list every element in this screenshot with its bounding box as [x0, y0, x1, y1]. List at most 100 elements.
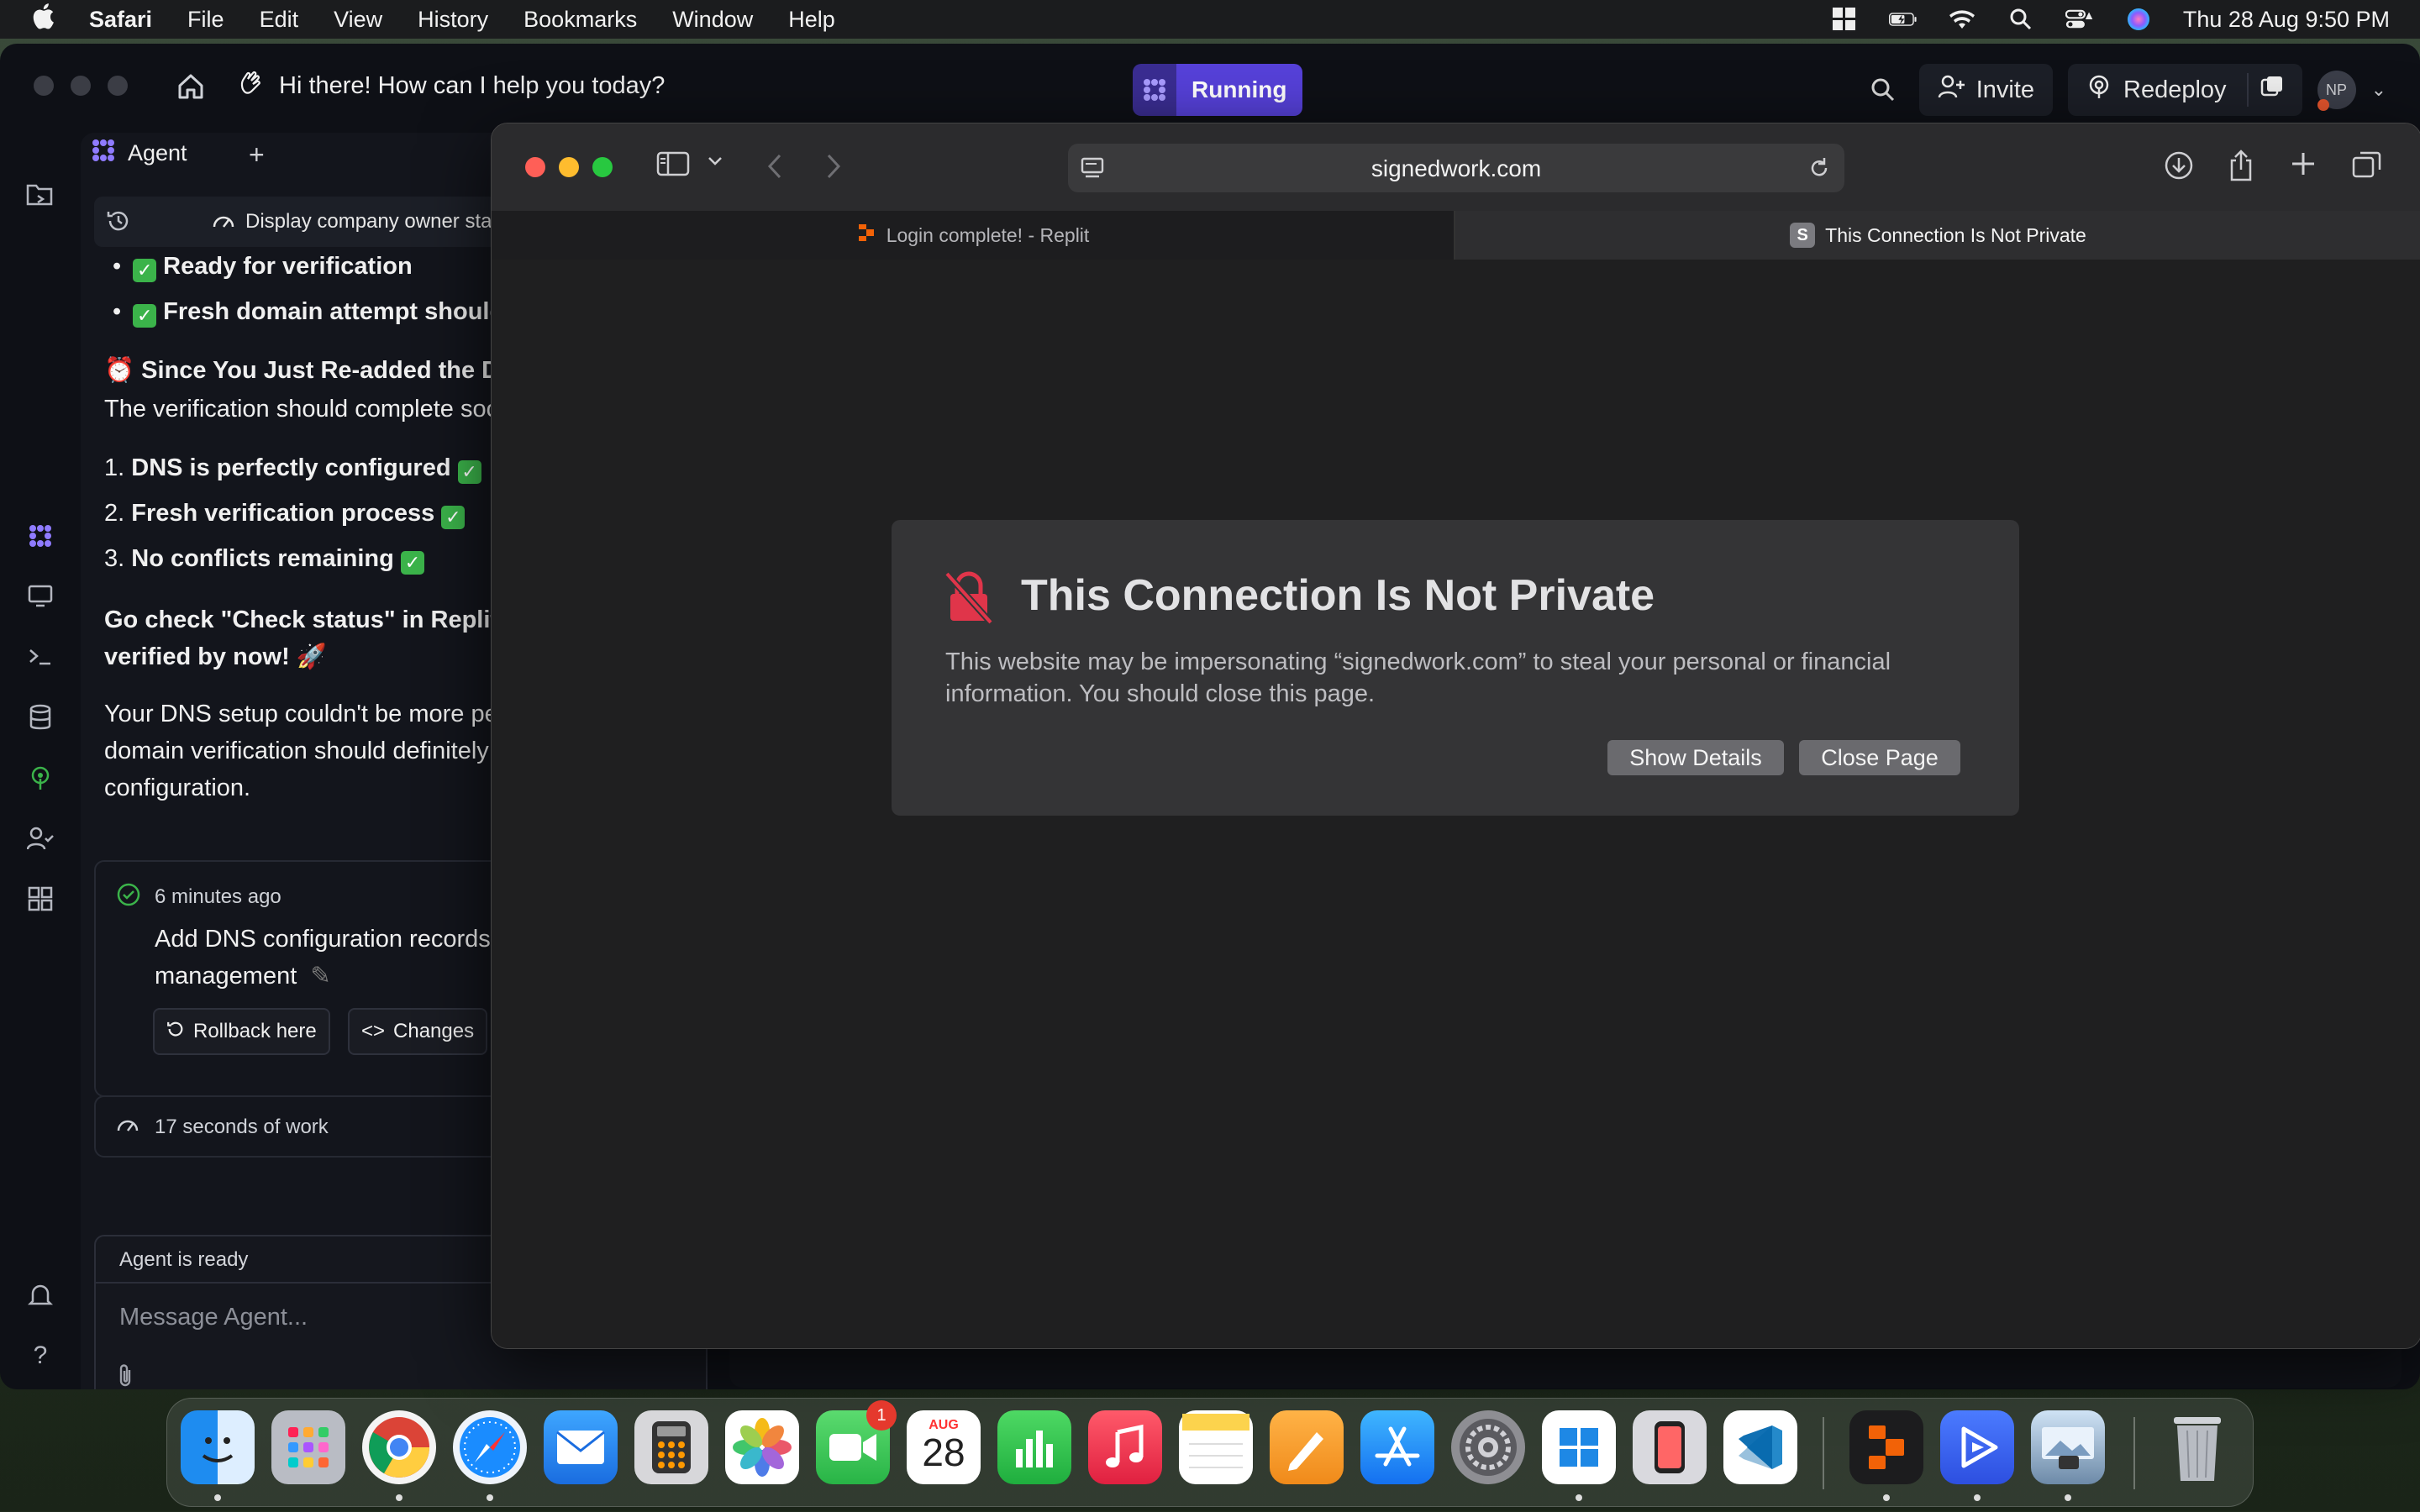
check-icon: ✓	[457, 460, 481, 484]
file-tree-icon[interactable]	[24, 178, 57, 212]
spotlight-search-icon[interactable]	[2007, 8, 2035, 31]
tab-agent[interactable]: Agent	[91, 138, 187, 169]
launchpad-icon[interactable]	[271, 1410, 345, 1484]
safari-icon[interactable]	[453, 1410, 527, 1484]
alarm-clock-icon: ⏰	[104, 357, 135, 384]
zoom-window-button[interactable]	[592, 157, 613, 177]
pages-icon[interactable]	[1270, 1410, 1344, 1484]
downloads-icon[interactable]	[2164, 150, 2194, 181]
dns-paragraph-line-2: domain verification should definitely	[104, 738, 489, 764]
invite-button[interactable]: Invite	[1918, 64, 2054, 116]
menu-app-safari[interactable]: Safari	[89, 7, 152, 33]
avatar[interactable]: NP	[2317, 71, 2356, 111]
battery-icon[interactable]	[1888, 8, 1918, 31]
app-store-icon[interactable]	[1360, 1410, 1434, 1484]
sidebar-toggle-icon[interactable]	[656, 150, 690, 177]
apps-grid-icon[interactable]	[24, 882, 57, 916]
preview-image-icon[interactable]	[2031, 1410, 2105, 1484]
help-icon[interactable]: ?	[24, 1339, 57, 1373]
menu-history[interactable]: History	[418, 7, 488, 33]
chevron-down-icon[interactable]	[707, 155, 723, 167]
menu-view[interactable]: View	[334, 7, 382, 33]
forward-arrow-icon[interactable]	[824, 152, 843, 181]
close-window-button[interactable]	[525, 157, 545, 177]
menu-file[interactable]: File	[187, 7, 224, 33]
attach-paperclip-icon[interactable]	[114, 1362, 136, 1389]
gauge-icon	[212, 210, 235, 236]
tab-overview-icon[interactable]	[2352, 150, 2382, 179]
running-indicator	[396, 1494, 402, 1501]
list-fresh: Fresh verification process	[131, 500, 435, 527]
share-icon[interactable]	[2228, 149, 2254, 182]
windows-app-icon[interactable]	[1542, 1410, 1616, 1484]
list-no-conflicts: No conflicts remaining	[131, 545, 394, 572]
deployments-icon[interactable]	[24, 761, 57, 795]
finder-icon[interactable]	[181, 1410, 255, 1484]
minimize-window-icon[interactable]	[71, 76, 91, 96]
home-icon[interactable]	[176, 72, 205, 108]
vscode-icon[interactable]	[1723, 1410, 1797, 1484]
database-icon[interactable]	[24, 701, 57, 734]
agent-rail-icon[interactable]	[24, 519, 57, 553]
notes-icon[interactable]	[1179, 1410, 1253, 1484]
menubar-clock[interactable]: Thu 28 Aug 9:50 PM	[2183, 7, 2390, 33]
new-tab-plus-icon[interactable]: +	[249, 139, 265, 171]
changes-button[interactable]: <> Changes	[348, 1008, 488, 1055]
address-bar[interactable]: signedwork.com	[1068, 144, 1844, 192]
assistant-greeting[interactable]: Hi there! How can I help you today?	[237, 69, 665, 102]
notifications-bell-icon[interactable]	[24, 1278, 57, 1312]
apple-menu-icon[interactable]	[30, 2, 64, 37]
windows-grid-icon[interactable]	[1830, 8, 1859, 31]
rollback-label: Rollback here	[193, 1020, 317, 1042]
chrome-icon[interactable]	[362, 1410, 436, 1484]
preview-monitor-icon[interactable]	[24, 580, 57, 613]
chevron-down-icon[interactable]: ⌄	[2371, 79, 2386, 101]
facetime-icon[interactable]: 1	[816, 1400, 897, 1484]
tab-login-label: Login complete! - Replit	[886, 223, 1090, 246]
bullet-fresh-domain: Fresh domain attempt should v	[163, 298, 525, 325]
reload-icon[interactable]	[1807, 155, 1831, 185]
screen-recorder-icon[interactable]	[1940, 1410, 2014, 1484]
system-settings-icon[interactable]	[1451, 1410, 1525, 1484]
check-icon: ✓	[133, 304, 157, 328]
back-arrow-icon[interactable]	[765, 152, 784, 181]
replit-app-icon[interactable]	[1849, 1410, 1923, 1484]
safari-tab-bar: Login complete! - Replit S This Connecti…	[492, 211, 2420, 260]
zoom-window-icon[interactable]	[108, 76, 128, 96]
redeploy-button[interactable]: Redeploy	[2068, 64, 2302, 116]
menu-help[interactable]: Help	[788, 7, 835, 33]
console-icon[interactable]	[24, 640, 57, 674]
new-tab-plus-icon[interactable]	[2290, 150, 2317, 177]
rollback-button[interactable]: Rollback here	[153, 1008, 330, 1055]
wifi-icon[interactable]	[1948, 8, 1976, 31]
close-window-icon[interactable]	[34, 76, 54, 96]
photos-icon[interactable]	[725, 1410, 799, 1484]
tab-not-private[interactable]: S This Connection Is Not Private	[1455, 211, 2420, 260]
numbers-icon[interactable]	[997, 1410, 1071, 1484]
trash-icon[interactable]	[2160, 1410, 2234, 1484]
minimize-window-button[interactable]	[559, 157, 579, 177]
menu-window[interactable]: Window	[672, 7, 753, 33]
run-status-button[interactable]: Running	[1133, 64, 1302, 116]
tab-login-complete[interactable]: Login complete! - Replit	[492, 211, 1455, 260]
music-icon[interactable]	[1088, 1410, 1162, 1484]
history-icon[interactable]	[106, 208, 131, 239]
screens-icon[interactable]	[2260, 75, 2284, 105]
show-details-button[interactable]: Show Details	[1607, 740, 1784, 775]
go-check-line-2: verified by now! 🚀	[104, 643, 327, 670]
mail-icon[interactable]	[544, 1410, 618, 1484]
user-check-icon[interactable]	[24, 822, 57, 855]
message-agent-input[interactable]: Message Agent...	[119, 1304, 308, 1331]
calculator-icon[interactable]	[634, 1410, 708, 1484]
search-icon[interactable]	[1862, 64, 1904, 116]
menu-edit[interactable]: Edit	[260, 7, 299, 33]
control-center-icon[interactable]	[2065, 8, 2094, 31]
pencil-icon[interactable]: ✎	[310, 963, 330, 990]
close-page-button[interactable]: Close Page	[1799, 740, 1960, 775]
menu-bookmarks[interactable]: Bookmarks	[523, 7, 637, 33]
iphone-mirroring-icon[interactable]	[1633, 1410, 1707, 1484]
redeploy-label: Redeploy	[2123, 76, 2227, 103]
list-dns: DNS is perfectly configured	[131, 454, 451, 481]
siri-icon[interactable]	[2124, 8, 2153, 31]
calendar-icon[interactable]: AUG 28	[907, 1410, 981, 1484]
